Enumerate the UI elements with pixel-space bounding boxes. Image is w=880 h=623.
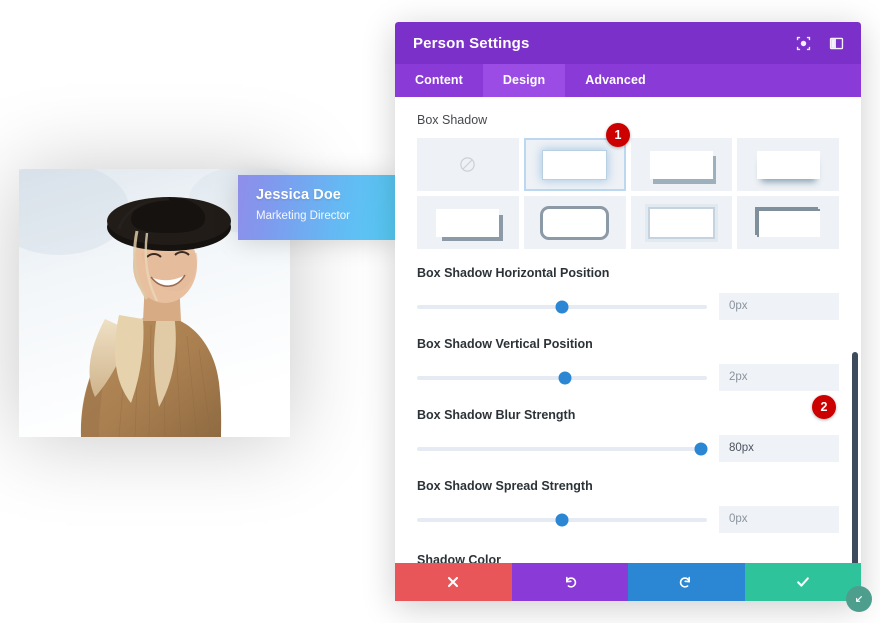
slider-row-blur: Box Shadow Blur Strength 80px — [417, 408, 839, 462]
redo-button[interactable] — [628, 563, 745, 601]
box-shadow-preset-grid — [417, 138, 839, 249]
preset-7[interactable] — [737, 196, 839, 249]
preset-5[interactable] — [523, 196, 626, 249]
slider-label-spread: Box Shadow Spread Strength — [417, 479, 593, 493]
preset-1[interactable] — [523, 138, 626, 191]
preset-6[interactable] — [630, 196, 733, 249]
tab-design[interactable]: Design — [482, 64, 566, 97]
slider-row-spread: Box Shadow Spread Strength 0px — [417, 479, 839, 533]
person-name: Jessica Doe — [256, 187, 341, 203]
person-settings-panel: Person Settings Content Design Advanced … — [395, 22, 861, 601]
slider-label-vertical: Box Shadow Vertical Position — [417, 337, 593, 351]
value-spread[interactable]: 0px — [719, 506, 839, 533]
value-vertical[interactable]: 2px — [719, 364, 839, 391]
person-role: Marketing Director — [256, 210, 350, 222]
slider-thumb-spread[interactable] — [555, 513, 569, 526]
x-icon — [448, 576, 459, 588]
panel-body: Box Shadow Box Shadow Horizontal Positio… — [395, 97, 861, 563]
tab-content[interactable]: Content — [395, 64, 483, 97]
panel-header: Person Settings — [395, 22, 861, 64]
slider-thumb-vertical[interactable] — [558, 371, 572, 384]
value-blur[interactable]: 80px — [719, 435, 839, 462]
panel-action-bar — [395, 563, 861, 601]
panel-tabs: Content Design Advanced — [395, 64, 861, 97]
focus-icon[interactable] — [795, 35, 812, 52]
annotation-badge-1: 1 — [606, 123, 630, 147]
person-name-plate: Jessica Doe Marketing Director — [238, 175, 397, 240]
preset-4[interactable] — [417, 196, 519, 249]
slider-track-blur[interactable] — [417, 442, 708, 455]
slider-row-horizontal: Box Shadow Horizontal Position 0px — [417, 266, 839, 320]
slider-label-horizontal: Box Shadow Horizontal Position — [417, 266, 610, 280]
undo-button[interactable] — [511, 563, 628, 601]
screen: Jessica Doe Marketing Director Person Se… — [0, 0, 880, 623]
value-horizontal[interactable]: 0px — [719, 293, 839, 320]
slider-row-vertical: Box Shadow Vertical Position 2px — [417, 337, 839, 391]
slider-thumb-blur[interactable] — [694, 442, 708, 455]
slider-label-blur: Box Shadow Blur Strength — [417, 408, 576, 422]
shadow-color-label: Shadow Color — [417, 553, 502, 563]
box-shadow-section-label: Box Shadow — [417, 113, 488, 127]
slider-track-horizontal[interactable] — [417, 300, 707, 313]
preset-3[interactable] — [737, 138, 839, 191]
resize-handle[interactable] — [846, 586, 872, 612]
resize-arrow-icon — [856, 596, 862, 602]
preset-none[interactable] — [417, 138, 519, 191]
no-shadow-icon — [458, 155, 477, 174]
slider-track-spread[interactable] — [417, 513, 707, 526]
layout-panel-icon[interactable] — [828, 35, 845, 52]
annotation-badge-2: 2 — [812, 395, 836, 419]
slider-track-vertical[interactable] — [417, 371, 707, 384]
panel-title: Person Settings — [413, 34, 530, 52]
panel-header-actions — [795, 35, 845, 52]
slider-thumb-horizontal[interactable] — [555, 300, 569, 313]
save-button[interactable] — [744, 563, 861, 601]
undo-icon — [565, 576, 576, 588]
panel-scrollbar[interactable] — [852, 352, 858, 563]
check-icon — [796, 577, 809, 587]
preset-2[interactable] — [630, 138, 733, 191]
tab-advanced[interactable]: Advanced — [565, 64, 666, 97]
cancel-button[interactable] — [395, 563, 512, 601]
redo-icon — [680, 576, 691, 588]
